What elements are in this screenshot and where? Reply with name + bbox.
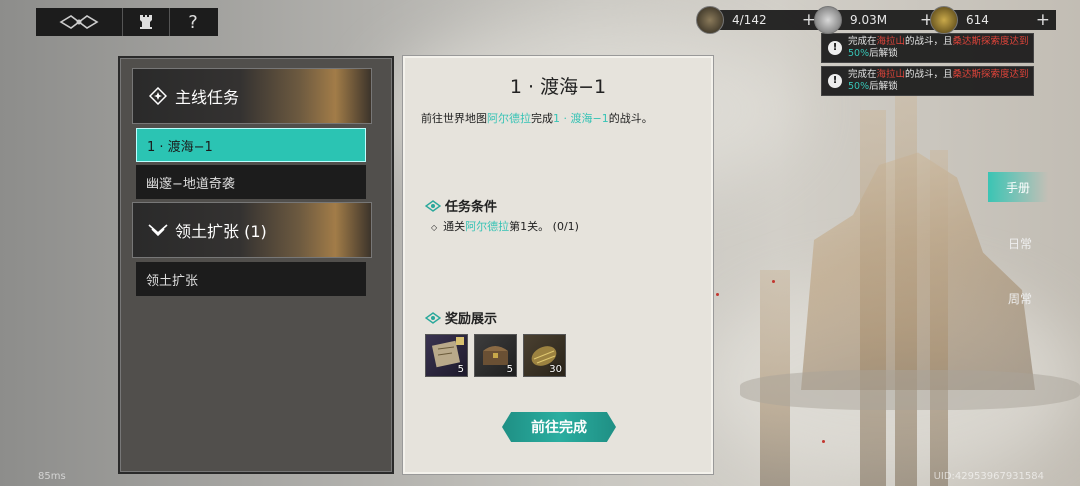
reward-item[interactable]: 5 xyxy=(425,334,468,377)
uid-label: UID:42953967931584 xyxy=(933,471,1044,482)
horn-icon xyxy=(696,6,724,34)
resource-value: 9.03M xyxy=(850,13,888,27)
ember xyxy=(822,440,825,443)
coin-icon xyxy=(814,6,842,34)
conditions-header: 任务条件 xyxy=(425,196,497,215)
quest-item-label: 幽邃−地道奇袭 xyxy=(146,176,235,192)
resource-gold: 614 + xyxy=(930,6,1056,34)
category-main-quest[interactable]: 主线任务 xyxy=(132,68,372,124)
resource-value: 614 xyxy=(966,13,989,27)
diamond-icon xyxy=(425,311,441,324)
warning-icon: ! xyxy=(828,41,842,55)
unlock-toast: ! 完成在海拉山的战斗，且桑达斯探索度达到 50%后解锁 xyxy=(821,66,1034,96)
tab-handbook[interactable]: 手册 xyxy=(988,172,1048,202)
reward-item[interactable]: 5 xyxy=(474,334,517,377)
pillar xyxy=(860,110,886,486)
reward-item[interactable]: 30 xyxy=(523,334,566,377)
resource-value: 4/142 xyxy=(732,13,767,27)
resource-bar: 4/142 + xyxy=(718,10,822,30)
toast-text: 完成在海拉山的战斗，且桑达斯探索度达到 50%后解锁 xyxy=(848,69,1029,92)
quest-item-3[interactable]: 领土扩张 xyxy=(136,262,366,296)
category-label: 主线任务 xyxy=(175,88,240,107)
quest-item-label: 1 · 渡海−1 xyxy=(147,139,213,155)
toast-text: 完成在海拉山的战斗，且桑达斯探索度达到 50%后解锁 xyxy=(848,36,1029,59)
quest-description: 前往世界地图阿尔德拉完成1 · 渡海−1的战斗。 xyxy=(421,112,653,125)
quest-item-2[interactable]: 幽邃−地道奇袭 xyxy=(136,165,366,199)
category-label: 领土扩张 (1) xyxy=(175,222,267,241)
gold-coin-icon xyxy=(930,6,958,34)
diamond-icon xyxy=(425,199,441,212)
resource-bar: 9.03M + xyxy=(836,10,940,30)
quest-item-label: 领土扩张 xyxy=(146,273,199,289)
resource-stamina: 4/142 + xyxy=(696,6,822,34)
resource-silver: 9.03M + xyxy=(814,6,940,34)
category-territory[interactable]: 领土扩张 (1) xyxy=(132,202,372,258)
pillar xyxy=(895,95,917,486)
ember xyxy=(716,293,719,296)
emblem-icon[interactable] xyxy=(36,8,123,36)
tab-daily[interactable]: 日常 xyxy=(990,228,1050,258)
ground xyxy=(740,370,1080,410)
wings-chevron-icon xyxy=(147,219,169,241)
warning-icon: ! xyxy=(828,74,842,88)
rook-icon[interactable] xyxy=(123,8,170,36)
quest-item-1[interactable]: 1 · 渡海−1 xyxy=(136,128,366,162)
rewards-header: 奖励展示 xyxy=(425,308,497,327)
tab-weekly[interactable]: 周常 xyxy=(990,283,1050,313)
latency-readout: 85ms xyxy=(38,471,66,482)
star-diamond-icon xyxy=(147,85,169,107)
quest-list-panel: 主线任务 1 · 渡海−1 幽邃−地道奇袭 领土扩张 (1) 领土扩张 xyxy=(118,56,394,474)
ember xyxy=(772,280,775,283)
add-gold-button[interactable]: + xyxy=(1036,11,1050,29)
unlock-toast: ! 完成在海拉山的战斗，且桑达斯探索度达到 50%后解锁 xyxy=(821,33,1034,63)
quest-title: 1 · 渡海−1 xyxy=(509,76,607,98)
top-left-bar: ? xyxy=(36,8,218,36)
go-complete-button[interactable]: 前往完成 xyxy=(502,412,616,442)
pillar xyxy=(930,150,948,486)
condition-line: ◇ 通关阿尔德拉第1关。 (0/1) xyxy=(431,220,579,233)
resource-bar: 614 + xyxy=(952,10,1056,30)
help-button[interactable]: ? xyxy=(170,8,216,36)
quest-detail-card: 1 · 渡海−1 前往世界地图阿尔德拉完成1 · 渡海−1的战斗。 任务条件 ◇… xyxy=(403,56,713,474)
